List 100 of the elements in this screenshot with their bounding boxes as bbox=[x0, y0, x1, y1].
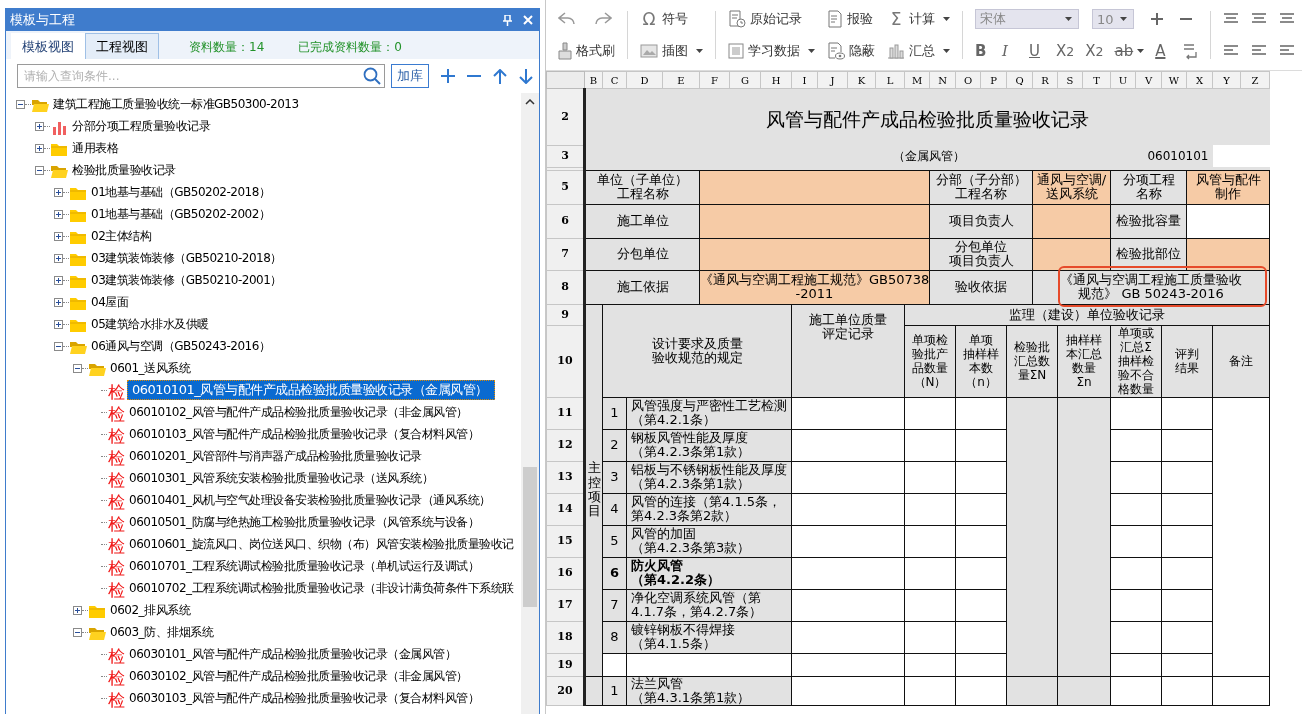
add-library-button[interactable]: 加库 bbox=[391, 64, 429, 88]
symbol-button[interactable]: Ω 符号 bbox=[640, 8, 703, 30]
column-header[interactable]: N bbox=[929, 71, 956, 89]
tree-item[interactable]: 0601_送风系统 bbox=[108, 358, 193, 378]
tree-item[interactable]: 03建筑装饰装修（GB50210-2018） bbox=[89, 248, 284, 268]
italic-button[interactable]: I bbox=[1002, 42, 1018, 60]
row-header[interactable]: 16 bbox=[546, 557, 585, 589]
column-header[interactable]: E bbox=[662, 71, 700, 89]
row-header[interactable]: 13 bbox=[546, 461, 585, 493]
column-header[interactable]: D bbox=[626, 71, 663, 89]
column-header[interactable]: W bbox=[1161, 71, 1187, 89]
tree-item[interactable]: 06010701_工程系统调试检验批质量验收记录（单机试运行及调试） bbox=[127, 556, 482, 576]
format-painter-button[interactable]: 格式刷 bbox=[558, 40, 615, 62]
cell-text: 法兰风管 bbox=[631, 677, 684, 691]
cell-text: 镀锌钢板不得焊接 bbox=[631, 623, 736, 637]
summary-button[interactable]: 汇总 bbox=[887, 40, 950, 62]
row-header[interactable]: 19 bbox=[546, 653, 585, 676]
tree-item[interactable]: 06010101_风管与配件产成品检验批质量验收记录（金属风管） bbox=[127, 380, 495, 400]
table-cell[interactable]: 风管与配件 制作 bbox=[1186, 170, 1270, 204]
column-header[interactable]: J bbox=[817, 71, 848, 89]
table-cell[interactable]: 通风与空调/ 送风系统 bbox=[1032, 170, 1111, 204]
column-header[interactable]: G bbox=[729, 71, 761, 89]
column-header[interactable]: Y bbox=[1212, 71, 1241, 89]
row-header[interactable]: 12 bbox=[546, 429, 585, 461]
column-header[interactable]: O bbox=[955, 71, 981, 89]
tree-item[interactable]: 06010201_风管部件与消声器产成品检验批质量验收记录 bbox=[127, 446, 424, 466]
insert-image-button[interactable]: 插图 bbox=[640, 40, 703, 62]
column-header[interactable]: U bbox=[1110, 71, 1136, 89]
tree-item[interactable]: 0603_防、排烟系统 bbox=[108, 622, 216, 642]
cell-text: 验批产 bbox=[911, 347, 949, 361]
tree-item[interactable]: 06010301_风管系统安装检验批质量验收记录（送风系统） bbox=[127, 468, 436, 488]
tree-item[interactable]: 06010601_旋流风口、岗位送风口、织物（布）风管安装检验批质量验收记 bbox=[127, 534, 516, 554]
tree-item[interactable]: 检验批质量验收记录 bbox=[70, 160, 178, 180]
column-header[interactable]: H bbox=[760, 71, 792, 89]
column-header[interactable]: X bbox=[1186, 71, 1213, 89]
row-header[interactable]: 3 bbox=[546, 145, 585, 167]
row-header[interactable]: 5 bbox=[546, 170, 585, 204]
row-header[interactable]: 11 bbox=[546, 397, 585, 429]
column-header[interactable]: Z bbox=[1240, 71, 1270, 89]
column-header[interactable]: L bbox=[875, 71, 905, 89]
table-cell[interactable]: 《通风与空调工程施工规范》GB50738 -2011 bbox=[699, 270, 930, 304]
calculate-button[interactable]: Σ 计算 bbox=[887, 8, 950, 30]
column-header[interactable]: R bbox=[1032, 71, 1058, 89]
view-tab[interactable]: 模板视图 bbox=[11, 33, 85, 59]
strikethrough-button[interactable]: ab bbox=[1114, 42, 1145, 60]
row-header[interactable]: 17 bbox=[546, 589, 585, 621]
original-record-button[interactable]: 原始记录 bbox=[728, 8, 815, 30]
tree-item[interactable]: 06010103_风管与配件产成品检验批质量验收记录（复合材料风管） bbox=[127, 424, 482, 444]
tree-item[interactable]: 05建筑给水排水及供暖 bbox=[89, 314, 211, 334]
column-header[interactable]: P bbox=[980, 71, 1007, 89]
cell-text: （第4.2.2条） bbox=[631, 573, 721, 587]
tree-item[interactable]: 分部分项工程质量验收记录 bbox=[70, 116, 212, 136]
tree-item[interactable]: 0602_排风系统 bbox=[108, 600, 193, 620]
row-header[interactable]: 9 bbox=[546, 304, 585, 325]
record-mark: 检 bbox=[107, 535, 125, 557]
hide-button[interactable]: 隐蔽 bbox=[827, 40, 875, 62]
column-header[interactable]: C bbox=[602, 71, 627, 89]
tree-item[interactable]: 06030102_风管与配件产成品检验批质量验收记录（非金属风管） bbox=[127, 666, 470, 686]
tree-item[interactable]: 建筑工程施工质量验收统一标准GB50300-2013 bbox=[51, 94, 301, 114]
form-code: 06010101 bbox=[1147, 148, 1210, 164]
inspection-button[interactable]: 报验 bbox=[827, 8, 875, 30]
tree-item[interactable]: 01地基与基础（GB50202-2002） bbox=[89, 204, 273, 224]
column-header[interactable]: K bbox=[847, 71, 876, 89]
tree-item[interactable]: 01地基与基础（GB50202-2018） bbox=[89, 182, 273, 202]
record-mark: 检 bbox=[107, 689, 125, 711]
column-header[interactable]: I bbox=[791, 71, 818, 89]
tree-item[interactable]: 04屋面 bbox=[89, 292, 131, 312]
font-color-button[interactable]: A bbox=[1155, 42, 1172, 60]
cell-text: 风管与配件 bbox=[1194, 173, 1262, 187]
tree-item[interactable]: 通用表格 bbox=[70, 138, 120, 158]
tree-item[interactable]: 06010702_工程系统调试检验批质量验收记录（非设计满负荷条件下系统联 bbox=[127, 578, 516, 598]
column-header[interactable]: F bbox=[699, 71, 730, 89]
underline-button[interactable]: U bbox=[1029, 42, 1045, 60]
tree-item[interactable]: 03建筑装饰装修（GB50210-2001） bbox=[89, 270, 284, 290]
column-header[interactable]: M bbox=[904, 71, 930, 89]
tree-item[interactable]: 06030101_风管与配件产成品检验批质量验收记录（金属风管） bbox=[127, 644, 459, 664]
tree-item[interactable]: 06010102_风管与配件产成品检验批质量验收记录（非金属风管） bbox=[127, 402, 470, 422]
row-header[interactable]: 2 bbox=[546, 88, 585, 145]
view-tab[interactable]: 工程视图 bbox=[85, 33, 159, 59]
column-header[interactable]: T bbox=[1082, 71, 1111, 89]
column-header[interactable]: S bbox=[1057, 71, 1083, 89]
tree-item[interactable]: 02主体结构 bbox=[89, 226, 154, 246]
row-header[interactable]: 18 bbox=[546, 621, 585, 653]
search-field[interactable]: 请输入查询条件... bbox=[17, 64, 385, 88]
tree-item[interactable]: 06通风与空调（GB50243-2016） bbox=[89, 336, 273, 356]
bold-button[interactable]: B bbox=[975, 42, 991, 60]
tree-item[interactable]: 06010401_风机与空气处理设备安装检验批质量验收记录（通风系统） bbox=[127, 490, 493, 510]
row-header[interactable]: 6 bbox=[546, 204, 585, 238]
column-header[interactable]: V bbox=[1135, 71, 1162, 89]
cell-text: 项目负责人 bbox=[947, 254, 1015, 268]
tree-item[interactable]: 06030103_风管与配件产成品检验批质量验收记录（复合材料风管） bbox=[127, 688, 482, 708]
row-header[interactable]: 20 bbox=[546, 676, 585, 705]
row-header[interactable]: 14 bbox=[546, 493, 585, 525]
row-header[interactable]: 7 bbox=[546, 238, 585, 270]
column-header[interactable]: Q bbox=[1006, 71, 1033, 89]
row-header[interactable]: 15 bbox=[546, 525, 585, 557]
study-data-button[interactable]: 学习数据 bbox=[728, 40, 815, 62]
row-header[interactable]: 8 bbox=[546, 270, 585, 304]
row-header[interactable]: 10 bbox=[546, 325, 585, 397]
tree-item[interactable]: 06010501_防腐与绝热施工检验批质量验收记录（风管系统与设备） bbox=[127, 512, 482, 532]
